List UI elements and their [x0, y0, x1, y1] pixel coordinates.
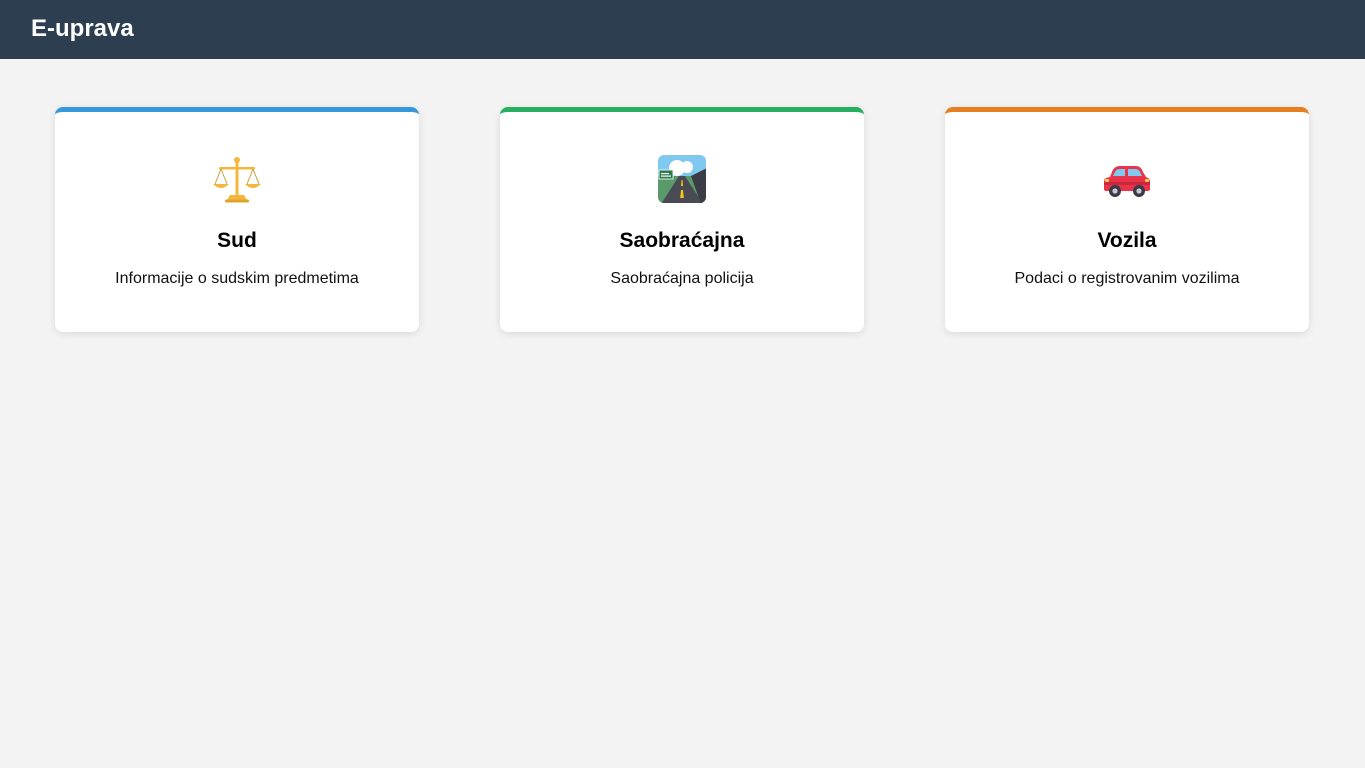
- app-title: E-uprava: [31, 15, 134, 42]
- card-description-sud: Informacije o sudskim predmetima: [115, 270, 359, 287]
- card-description-vozila: Podaci o registrovanim vozilima: [1014, 270, 1240, 287]
- card-saobracajna[interactable]: Saobraćajna Saobraćajna policija: [500, 107, 864, 332]
- card-vozila[interactable]: Vozila Podaci o registrovanim vozilima: [945, 107, 1309, 332]
- card-sud[interactable]: Sud Informacije o sudskim predmetima: [55, 107, 419, 332]
- car-icon: [1102, 154, 1152, 204]
- app-header: E-uprava: [0, 0, 1365, 59]
- card-title-vozila: Vozila: [1097, 229, 1157, 252]
- card-title-saobracajna: Saobraćajna: [619, 229, 745, 252]
- balance-scale-icon: [212, 154, 262, 204]
- motorway-icon: [657, 154, 707, 204]
- card-description-saobracajna: Saobraćajna policija: [610, 270, 754, 287]
- card-title-sud: Sud: [217, 229, 257, 252]
